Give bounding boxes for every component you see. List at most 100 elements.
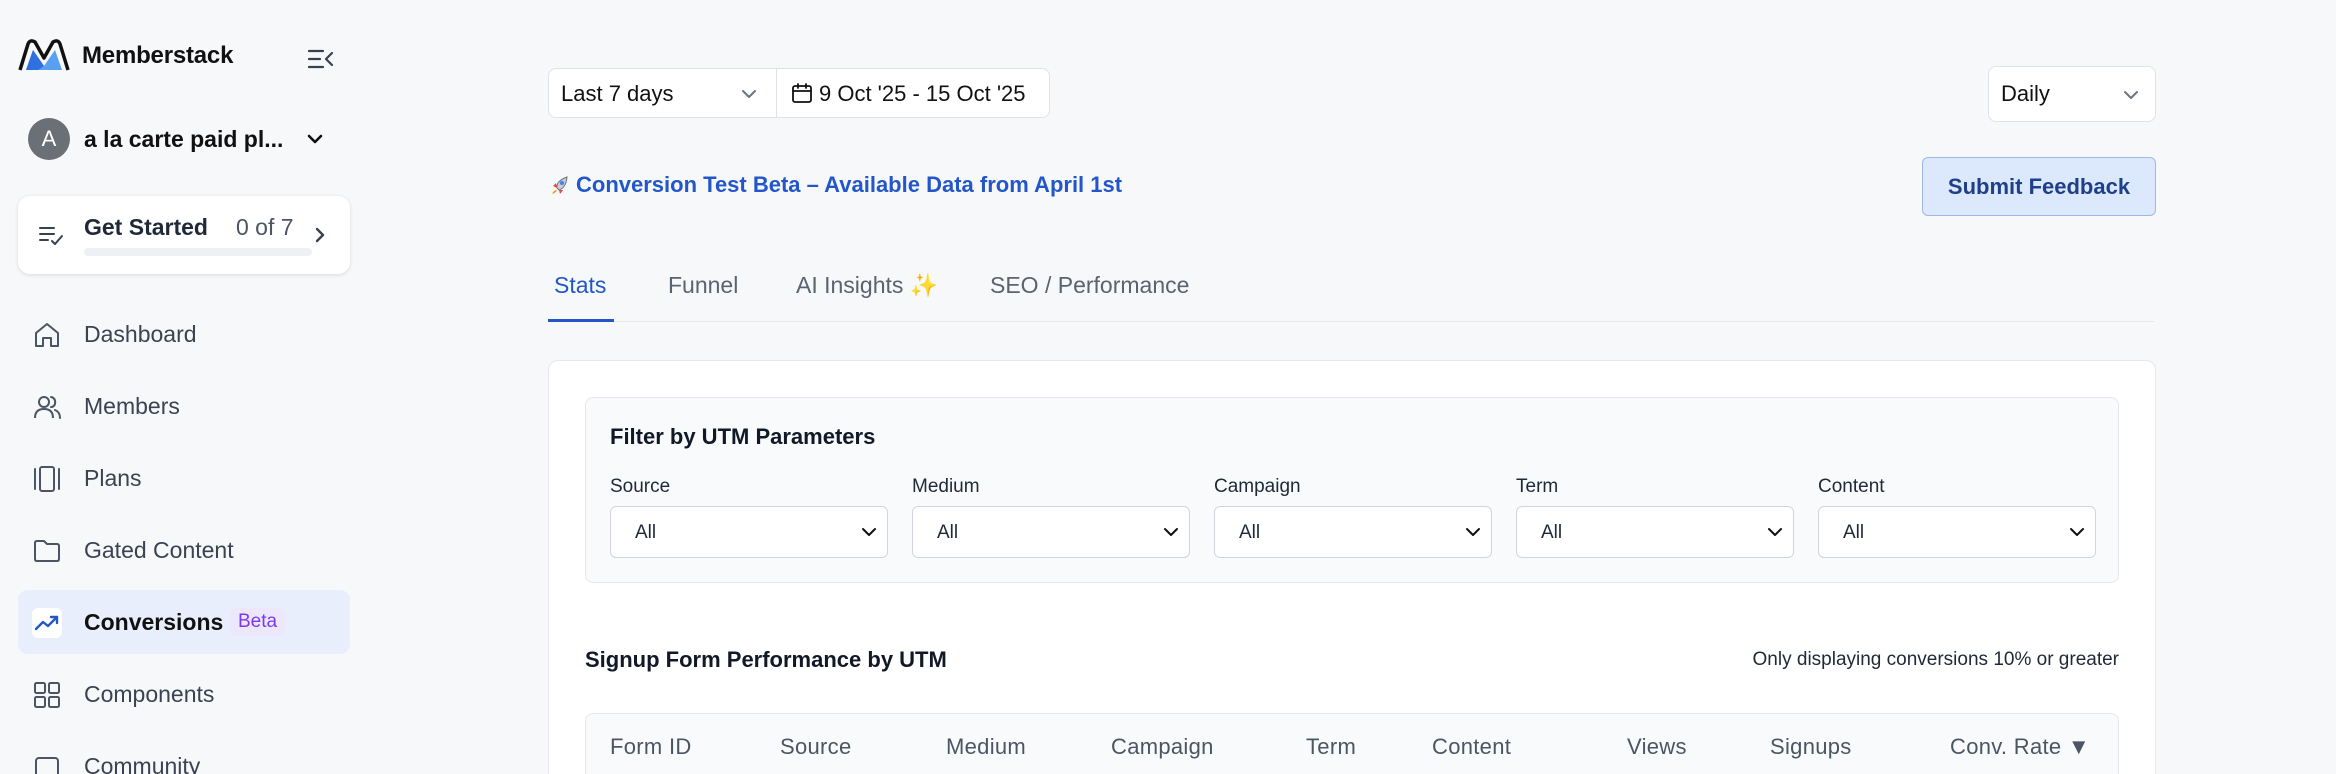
announcement-text: Conversion Test Beta – Available Data fr… — [576, 172, 1123, 197]
folder-icon — [34, 540, 60, 562]
performance-note: Only displaying conversions 10% or great… — [1752, 649, 2119, 670]
sidebar-item-members[interactable]: Members — [18, 374, 350, 438]
users-icon — [34, 396, 61, 419]
column-header-campaign[interactable]: Campaign — [1111, 734, 1214, 760]
grid-icon — [34, 682, 60, 708]
tab-label: Funnel — [668, 272, 739, 298]
medium-filter: Medium All — [912, 476, 1190, 558]
column-header-signups[interactable]: Signups — [1770, 734, 1852, 760]
announcement-link[interactable]: Conversion Test Beta – Available Data fr… — [548, 172, 1122, 198]
get-started-progress — [84, 248, 312, 256]
workspace-switcher[interactable]: A a la carte paid pl... — [28, 118, 336, 160]
sidebar-item-dashboard[interactable]: Dashboard — [18, 302, 350, 366]
tab-seo-performance[interactable]: SEO / Performance — [990, 272, 1189, 322]
tab-funnel[interactable]: Funnel — [668, 272, 738, 322]
plans-icon — [34, 466, 60, 492]
tab-bar: Stats Funnel AI Insights ✨ SEO / Perform… — [548, 262, 2154, 322]
date-filter-group: Last 7 days 9 Oct '25 - 15 Oct '25 — [548, 68, 1050, 118]
sidebar: Memberstack A a la carte paid pl... Get … — [0, 0, 360, 774]
tab-stats[interactable]: Stats — [554, 272, 606, 322]
submit-feedback-button[interactable]: Submit Feedback — [1922, 157, 2156, 216]
tab-label: AI Insights ✨ — [796, 272, 939, 298]
filter-label: Term — [1516, 476, 1559, 497]
checklist-icon — [39, 227, 63, 245]
campaign-select[interactable]: All — [1214, 506, 1492, 558]
content-select[interactable]: All — [1818, 506, 2096, 558]
column-header-views[interactable]: Views — [1627, 734, 1687, 760]
chevron-down-icon — [1768, 528, 1782, 536]
interval-select[interactable]: Daily — [1988, 66, 2156, 122]
tab-label: Stats — [554, 272, 607, 298]
source-filter: Source All — [610, 476, 888, 558]
chevron-down-icon — [1466, 528, 1480, 536]
utm-filter-panel: Filter by UTM Parameters Source All Medi… — [585, 397, 2119, 583]
chevron-right-icon — [315, 227, 325, 243]
chevron-down-icon — [2070, 528, 2084, 536]
term-filter: Term All — [1516, 476, 1794, 558]
performance-title: Signup Form Performance by UTM — [585, 647, 947, 672]
term-select[interactable]: All — [1516, 506, 1794, 558]
memberstack-logo-icon — [18, 39, 70, 71]
source-select[interactable]: All — [610, 506, 888, 558]
chevron-down-icon — [307, 134, 323, 144]
performance-table-header: Form ID Source Medium Campaign Term Cont… — [585, 713, 2119, 774]
date-range-preset-select[interactable]: Last 7 days — [549, 69, 777, 117]
chevron-down-icon — [742, 90, 756, 98]
column-header-term[interactable]: Term — [1306, 734, 1356, 760]
content-filter: Content All — [1818, 476, 2096, 558]
brand[interactable]: Memberstack — [16, 36, 233, 76]
home-icon — [35, 323, 59, 347]
workspace-avatar: A — [28, 118, 70, 160]
chevron-down-icon — [1164, 528, 1178, 536]
column-header-content[interactable]: Content — [1432, 734, 1511, 760]
community-icon — [35, 757, 59, 774]
sidebar-item-label: Gated Content — [84, 536, 234, 563]
column-header-source[interactable]: Source — [780, 734, 852, 760]
beta-badge: Beta — [230, 608, 286, 636]
sidebar-item-plans[interactable]: Plans — [18, 446, 350, 510]
medium-select[interactable]: All — [912, 506, 1190, 558]
stats-card: Filter by UTM Parameters Source All Medi… — [548, 360, 2156, 774]
chevron-down-icon — [862, 528, 876, 536]
column-header-form-id[interactable]: Form ID — [610, 734, 692, 760]
filter-value: All — [1843, 522, 1865, 543]
tab-ai-insights[interactable]: AI Insights ✨ — [796, 272, 938, 322]
sidebar-item-label: Dashboard — [84, 320, 197, 347]
filter-label: Medium — [912, 476, 980, 497]
sidebar-item-label: Community — [84, 752, 201, 774]
trending-up-icon — [32, 608, 62, 638]
date-range-value: 9 Oct '25 - 15 Oct '25 — [819, 81, 1026, 106]
utm-filter-title: Filter by UTM Parameters — [610, 424, 876, 449]
get-started-count: 0 of 7 — [236, 214, 294, 240]
sidebar-item-label: Members — [84, 392, 180, 419]
sidebar-item-label: Components — [84, 680, 215, 707]
workspace-name: a la carte paid pl... — [84, 125, 284, 152]
column-header-conv-rate[interactable]: Conv. Rate ▼ — [1950, 734, 2090, 760]
filter-label: Campaign — [1214, 476, 1301, 497]
filter-value: All — [1239, 522, 1261, 543]
filter-label: Content — [1818, 476, 1885, 497]
sidebar-item-label: Conversions — [84, 608, 224, 635]
sidebar-nav: Dashboard Members Plans Gated Content Co… — [18, 302, 350, 774]
rocket-icon — [552, 176, 568, 194]
tab-label: SEO / Performance — [990, 272, 1190, 298]
collapse-sidebar-icon[interactable] — [306, 44, 336, 74]
sidebar-item-gated-content[interactable]: Gated Content — [18, 518, 350, 582]
filter-value: All — [635, 522, 657, 543]
column-header-medium[interactable]: Medium — [946, 734, 1026, 760]
get-started-title: Get Started — [84, 214, 208, 240]
sidebar-item-label: Plans — [84, 464, 142, 491]
get-started-card[interactable]: Get Started 0 of 7 — [18, 196, 350, 274]
brand-name: Memberstack — [82, 42, 234, 69]
date-range-picker[interactable]: 9 Oct '25 - 15 Oct '25 — [777, 69, 1049, 117]
sidebar-item-community[interactable]: Community — [18, 734, 350, 774]
chevron-down-icon — [2124, 91, 2138, 99]
calendar-icon — [792, 83, 812, 103]
filter-value: All — [937, 522, 959, 543]
interval-value: Daily — [2001, 81, 2050, 106]
sidebar-item-components[interactable]: Components — [18, 662, 350, 726]
sidebar-item-conversions[interactable]: Conversions Beta — [18, 590, 350, 654]
campaign-filter: Campaign All — [1214, 476, 1492, 558]
filter-value: All — [1541, 522, 1563, 543]
active-tab-indicator — [548, 319, 614, 322]
